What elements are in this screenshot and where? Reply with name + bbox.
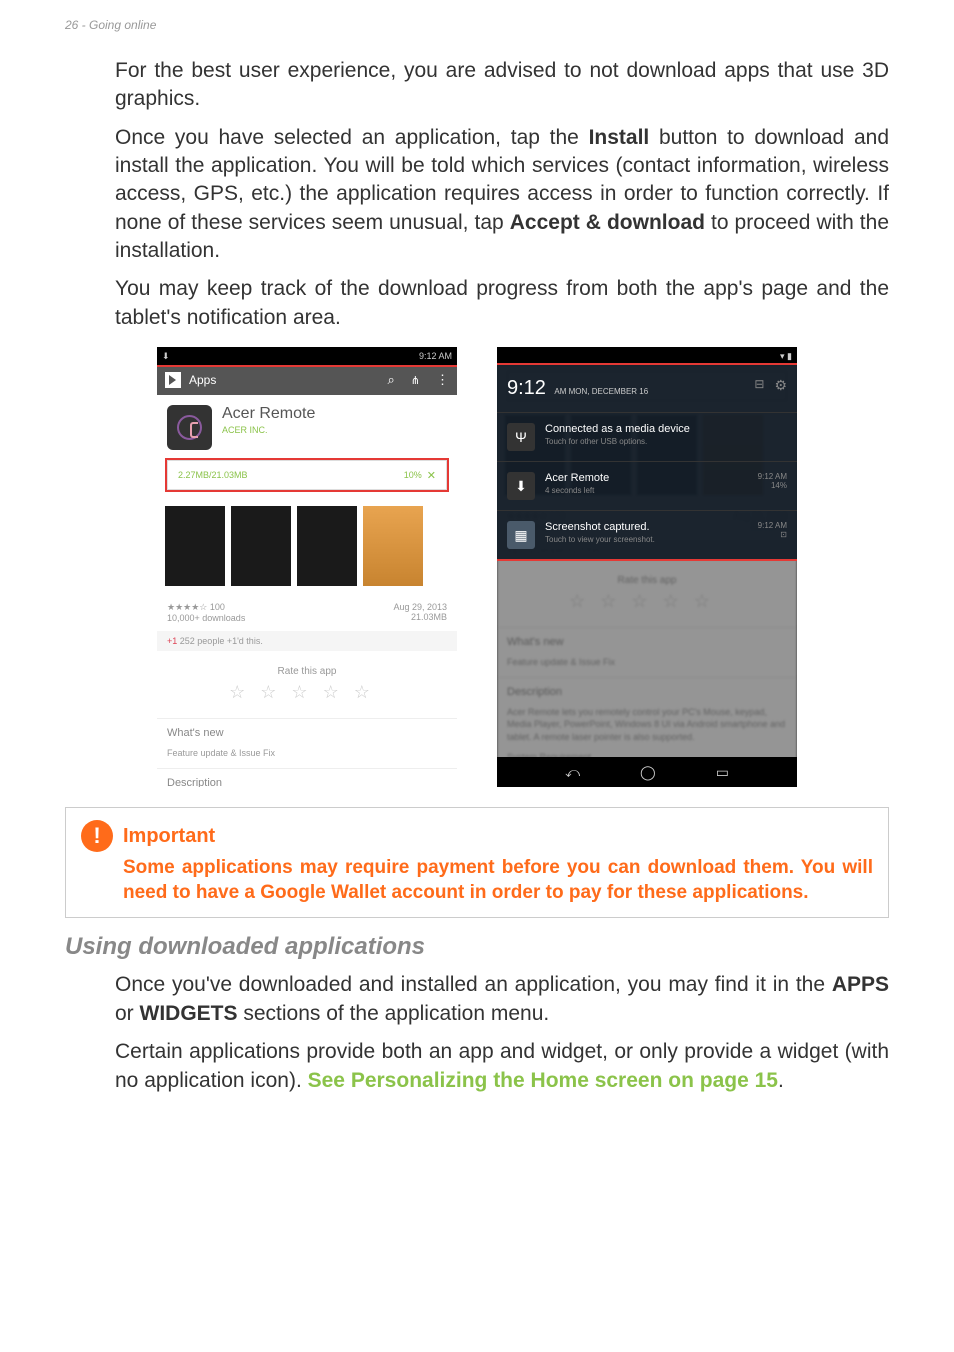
preview-thumb[interactable] [231, 506, 291, 586]
notif-title: Connected as a media device [545, 423, 787, 435]
plus-one-row: +1 252 people +1'd this. [157, 631, 457, 651]
rating-stars-input[interactable]: ☆☆☆☆☆ [167, 682, 447, 703]
status-time: 9:12 AM [419, 351, 452, 361]
app-publisher[interactable]: ACER INC. [222, 425, 447, 435]
screenshot-thumb-icon: ▦ [507, 521, 535, 549]
download-icon: ⬇ [507, 472, 535, 500]
download-indicator-icon: ⬇ [162, 351, 170, 362]
page-header: 26 - Going online [0, 0, 954, 32]
whats-new-heading: What's new [157, 718, 457, 747]
rate-section[interactable]: Rate this app ☆☆☆☆☆ [157, 651, 457, 718]
preview-thumb[interactable] [363, 506, 423, 586]
notification-item[interactable]: Ψ Connected as a media device Touch for … [497, 412, 797, 461]
status-bar: ▾ ▮ [497, 347, 797, 365]
app-header: Acer Remote ACER INC. [157, 395, 457, 460]
notification-item[interactable]: ⬇ Acer Remote 4 seconds left 9:12 AM 14% [497, 461, 797, 510]
nav-bar: ⤺ ◯ ▭ [497, 757, 797, 787]
install-label: Install [589, 126, 650, 149]
cross-reference-link[interactable]: See Personalizing the Home screen on pag… [308, 1069, 778, 1092]
apps-label: Apps [189, 373, 216, 387]
download-size: 2.27MB/21.03MB [178, 470, 248, 480]
back-icon[interactable]: ⤺ [565, 764, 580, 781]
notif-subtitle: Touch to view your screenshot. [545, 535, 748, 544]
rate-label: Rate this app [167, 666, 447, 677]
paragraph-5: Certain applications provide both an app… [115, 1038, 889, 1095]
clear-icon[interactable]: ⊟ [754, 377, 764, 391]
plus-one-count: 252 people +1'd this. [180, 636, 263, 646]
download-percent: 10% ✕ [404, 469, 436, 482]
page-number-label: 26 - Going online [65, 18, 156, 32]
remote-icon [177, 415, 202, 440]
preview-thumbnails [157, 498, 457, 594]
share-icon[interactable]: ⋔ [411, 374, 420, 387]
share-mini-icon[interactable]: ⊡ [758, 530, 787, 539]
rating-stars: ★★★★☆ 100 [167, 602, 245, 613]
notification-item[interactable]: ▦ Screenshot captured. Touch to view you… [497, 510, 797, 559]
app-title-area: Acer Remote ACER INC. [222, 405, 447, 450]
heading-using-downloaded: Using downloaded applications [65, 933, 889, 961]
paragraph-3: You may keep track of the download progr… [115, 275, 889, 332]
content-area: For the best user experience, you are ad… [0, 32, 954, 1145]
status-icons: ▾ ▮ [780, 351, 792, 362]
cancel-download-icon[interactable]: ✕ [427, 469, 436, 482]
app-bar: Apps ⌕ ⋔ ⋮ [157, 365, 457, 395]
important-text: Some applications may require payment be… [81, 856, 873, 905]
home-icon[interactable]: ◯ [640, 764, 656, 781]
important-callout: ! Important Some applications may requir… [65, 807, 889, 918]
paragraph-1: For the best user experience, you are ad… [115, 57, 889, 114]
search-icon[interactable]: ⌕ [388, 372, 395, 388]
notif-subtitle: 4 seconds left [545, 486, 748, 495]
notif-percent: 14% [758, 481, 787, 490]
important-title: Important [123, 825, 215, 848]
notif-title: Screenshot captured. [545, 521, 748, 533]
paragraph-2: Once you have selected an application, t… [115, 124, 889, 266]
whats-new-text: Feature update & Issue Fix [157, 747, 457, 768]
download-count: 10,000+ downloads [167, 613, 245, 623]
description-heading: Description [157, 768, 457, 787]
alert-icon: ! [81, 820, 113, 852]
paragraph-4: Once you've downloaded and installed an … [115, 971, 889, 1028]
screenshot-app-page: ⬇ 9:12 AM Apps ⌕ ⋔ ⋮ Acer Remote ACER IN… [157, 347, 457, 787]
apps-label: APPS [832, 973, 889, 996]
notification-clock: 9:12 AM MON, DECEMBER 16 ⚙ ⊟ [497, 365, 797, 412]
preview-thumb[interactable] [297, 506, 357, 586]
screenshot-notification-shade: ▾ ▮ ✕ ★★★★☆ 10010,000+ downloadsAug 29, … [497, 347, 797, 787]
screenshots-row: ⬇ 9:12 AM Apps ⌕ ⋔ ⋮ Acer Remote ACER IN… [65, 347, 889, 787]
notification-shade[interactable]: 9:12 AM MON, DECEMBER 16 ⚙ ⊟ Ψ Connected… [497, 365, 797, 559]
notif-time: 9:12 [507, 377, 546, 399]
notif-title: Acer Remote [545, 472, 748, 484]
preview-thumb[interactable] [165, 506, 225, 586]
notif-time: 9:12 AM [758, 472, 787, 481]
recent-icon[interactable]: ▭ [716, 764, 729, 781]
settings-icon[interactable]: ⚙ [774, 377, 787, 394]
menu-icon[interactable]: ⋮ [436, 372, 449, 388]
file-size: 21.03MB [393, 612, 447, 622]
notif-subtitle: Touch for other USB options. [545, 437, 787, 446]
widgets-label: WIDGETS [140, 1002, 238, 1025]
notif-time: 9:12 AM [758, 521, 787, 530]
release-date: Aug 29, 2013 [393, 602, 447, 612]
accept-download-label: Accept & download [510, 211, 705, 234]
status-bar: ⬇ 9:12 AM [157, 347, 457, 365]
stats-row: ★★★★☆ 100 10,000+ downloads Aug 29, 2013… [157, 594, 457, 631]
app-icon [167, 405, 212, 450]
usb-icon: Ψ [507, 423, 535, 451]
app-title: Acer Remote [222, 405, 447, 423]
play-store-icon [165, 372, 181, 388]
download-progress-bar: 2.27MB/21.03MB 10% ✕ [167, 460, 447, 490]
